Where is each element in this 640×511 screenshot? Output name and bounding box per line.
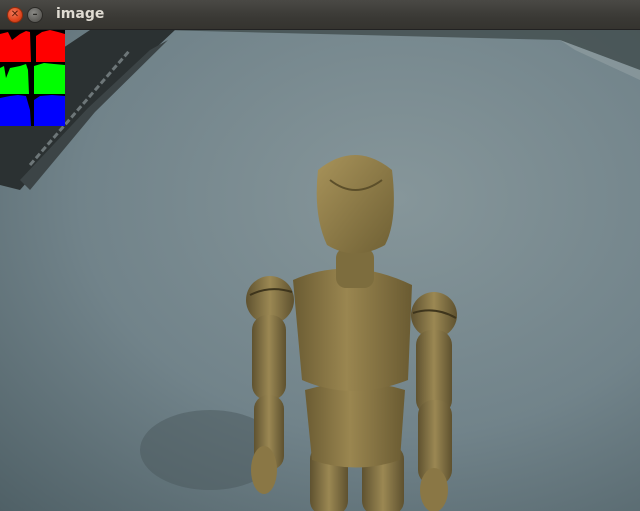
minimize-button[interactable]: – [27,7,43,23]
close-button[interactable]: ✕ [7,7,23,23]
camera-frame [0,30,640,511]
window-titlebar[interactable]: ✕ – image [0,0,640,30]
close-icon: ✕ [10,9,20,20]
window-title: image [56,6,105,22]
rgb-histogram [0,30,65,126]
minimize-icon: – [32,9,38,20]
image-canvas [0,30,640,511]
image-window: ✕ – image [0,0,640,511]
